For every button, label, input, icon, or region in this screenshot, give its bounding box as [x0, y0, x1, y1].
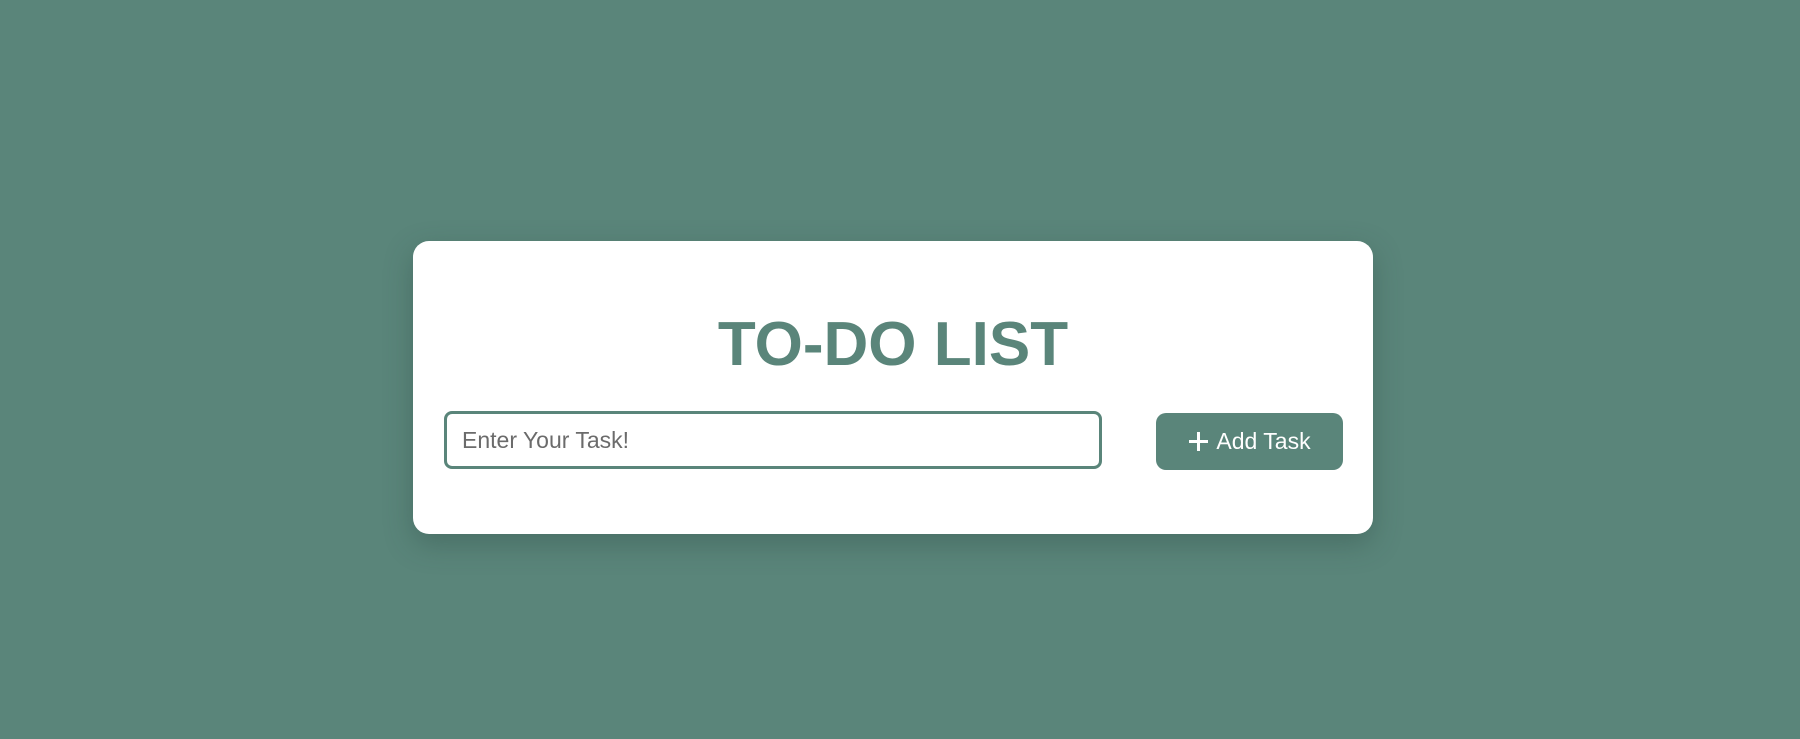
- page-title: TO-DO LIST: [717, 310, 1069, 379]
- task-input[interactable]: [444, 411, 1102, 469]
- add-task-label: Add Task: [1216, 428, 1311, 454]
- page-background: TO-DO LIST Add Task: [0, 0, 1800, 739]
- plus-icon: [1188, 431, 1209, 452]
- add-task-button[interactable]: Add Task: [1156, 413, 1343, 470]
- todo-card: TO-DO LIST Add Task: [413, 241, 1373, 534]
